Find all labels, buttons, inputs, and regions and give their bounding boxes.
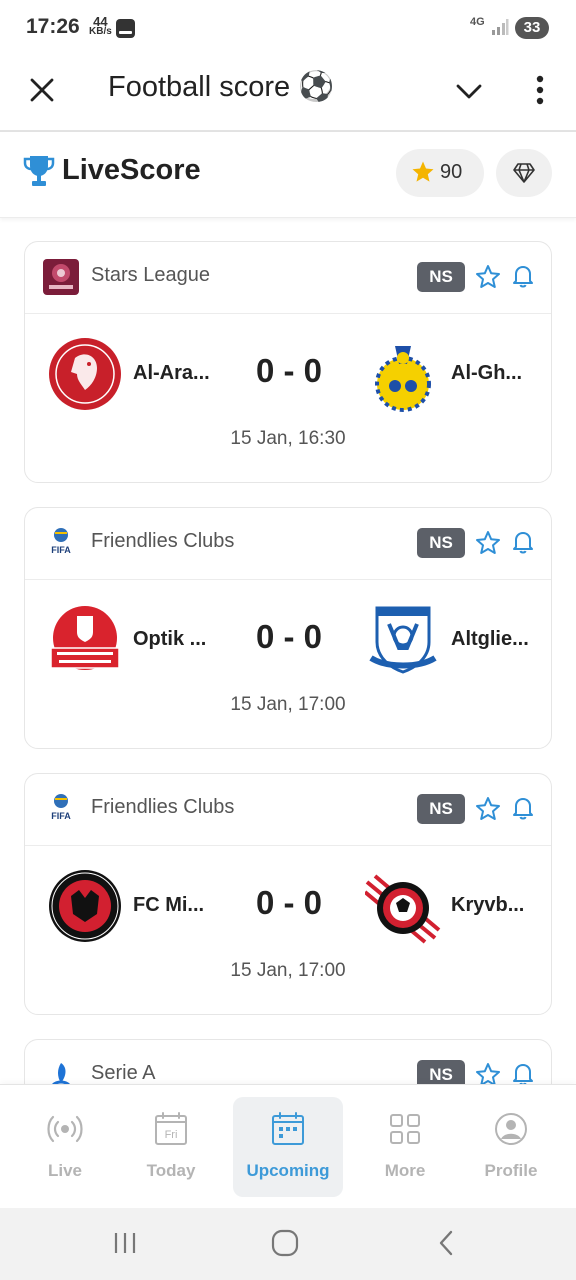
- status-badge: NS: [417, 528, 465, 558]
- recent-apps-icon[interactable]: [110, 1228, 140, 1258]
- star-coin-icon: [412, 161, 434, 182]
- signal-icon: [492, 19, 509, 35]
- match-card-header: FIFA Friendlies Clubs NS: [25, 508, 551, 580]
- away-team-logo: [365, 874, 441, 944]
- match-card-header: Serie A NS: [25, 1040, 551, 1084]
- coins-button[interactable]: 90: [396, 149, 484, 197]
- bell-icon[interactable]: [511, 795, 535, 821]
- league-name: Serie A: [91, 1062, 156, 1084]
- match-card-header: FIFA Friendlies Clubs NS: [25, 774, 551, 846]
- calendar-fri-icon: Fri: [155, 1112, 187, 1145]
- status-bar: 17:26 44 KB/s 4G 33: [0, 0, 576, 56]
- livescore-bar: LiveScore 90: [0, 132, 576, 218]
- nav-item-more[interactable]: More: [350, 1097, 460, 1197]
- fifa-logo: FIFA: [43, 791, 79, 827]
- back-icon[interactable]: [432, 1228, 462, 1258]
- app-header: Football score ⚽: [0, 56, 576, 132]
- fifa-logo: FIFA: [43, 525, 79, 561]
- kickoff-time: 15 Jan, 17:00: [230, 960, 346, 981]
- away-team-name: Al-Gh...: [451, 362, 523, 384]
- nav-label: Live: [47, 1161, 83, 1180]
- calendar-day-text: Fri: [165, 1129, 178, 1141]
- page-title: Football score ⚽: [108, 71, 335, 103]
- bell-icon[interactable]: [511, 529, 535, 555]
- bell-icon[interactable]: [511, 1061, 535, 1084]
- favorite-star-icon[interactable]: [475, 1062, 501, 1084]
- bottom-navigation: Live Fri Today Upcoming More Profile: [0, 1084, 576, 1208]
- home-team-name: Al-Ara...: [133, 362, 210, 384]
- status-badge: NS: [417, 1060, 465, 1084]
- kickoff-time: 15 Jan, 17:00: [230, 694, 346, 715]
- user-icon: [495, 1113, 527, 1145]
- network-speed: 44 KB/s: [89, 15, 112, 37]
- stars-league-logo: [43, 259, 79, 295]
- league-name: Friendlies Clubs: [91, 530, 235, 552]
- away-team-logo: [369, 606, 437, 674]
- favorite-star-icon[interactable]: [475, 264, 501, 290]
- network-type: 4G: [470, 16, 485, 28]
- premium-button[interactable]: [496, 149, 552, 197]
- nav-label: More: [384, 1161, 426, 1180]
- nav-label: Upcoming: [246, 1161, 330, 1180]
- brand-name: LiveScore: [62, 154, 201, 186]
- home-team-logo: [49, 870, 121, 942]
- match-score: 0 - 0: [255, 352, 323, 389]
- chevron-down-icon[interactable]: [452, 74, 486, 108]
- favorite-star-icon[interactable]: [475, 530, 501, 556]
- league-name: Stars League: [91, 264, 210, 286]
- nav-item-profile[interactable]: Profile: [456, 1097, 566, 1197]
- gallery-notification-icon: [116, 19, 135, 38]
- away-team-logo: [375, 346, 431, 412]
- serie-a-logo: [43, 1057, 79, 1084]
- match-score: 0 - 0: [255, 618, 323, 655]
- favorite-star-icon[interactable]: [475, 796, 501, 822]
- more-vert-icon[interactable]: [524, 72, 556, 108]
- system-navigation-bar: [0, 1208, 576, 1280]
- match-card[interactable]: Stars League NS Al-Ara... 0 - 0 Al-Gh...…: [24, 241, 552, 483]
- match-card[interactable]: FIFA Friendlies Clubs NS FC Mi... 0 - 0: [24, 773, 552, 1015]
- league-name: Friendlies Clubs: [91, 796, 235, 818]
- grid-icon: [390, 1114, 420, 1144]
- battery-indicator: 33: [515, 17, 549, 39]
- home-team-name: FC Mi...: [133, 894, 205, 916]
- kickoff-time: 15 Jan, 16:30: [230, 428, 346, 449]
- status-time: 17:26: [26, 15, 80, 38]
- close-icon[interactable]: [24, 72, 60, 108]
- home-team-logo: [49, 338, 121, 410]
- nav-item-live[interactable]: Live: [10, 1097, 120, 1197]
- nav-label: Today: [146, 1161, 196, 1180]
- nav-label: Profile: [484, 1161, 538, 1180]
- match-card[interactable]: Serie A NS: [24, 1039, 552, 1084]
- bell-icon[interactable]: [511, 263, 535, 289]
- home-team-logo: [50, 606, 120, 670]
- match-score: 0 - 0: [255, 884, 323, 921]
- match-card-header: Stars League NS: [25, 242, 551, 314]
- match-card[interactable]: FIFA Friendlies Clubs NS Optik ... 0 - 0: [24, 507, 552, 749]
- svg-text:FIFA: FIFA: [51, 545, 71, 555]
- coins-count: 90: [440, 161, 463, 183]
- home-team-name: Optik ...: [133, 628, 207, 650]
- live-broadcast-icon: [47, 1115, 83, 1143]
- away-team-name: Altglie...: [451, 628, 529, 650]
- nav-item-today[interactable]: Fri Today: [116, 1097, 226, 1197]
- status-badge: NS: [417, 262, 465, 292]
- home-icon[interactable]: [270, 1228, 300, 1258]
- away-team-name: Kryvb...: [451, 894, 525, 916]
- svg-text:FIFA: FIFA: [51, 811, 71, 821]
- calendar-upcoming-icon: [272, 1112, 304, 1145]
- match-list: Stars League NS Al-Ara... 0 - 0 Al-Gh...…: [0, 218, 576, 1084]
- network-speed-unit: KB/s: [89, 26, 112, 37]
- status-badge: NS: [417, 794, 465, 824]
- diamond-icon: [513, 163, 535, 183]
- trophy-icon: [23, 156, 55, 186]
- nav-item-upcoming[interactable]: Upcoming: [233, 1097, 343, 1197]
